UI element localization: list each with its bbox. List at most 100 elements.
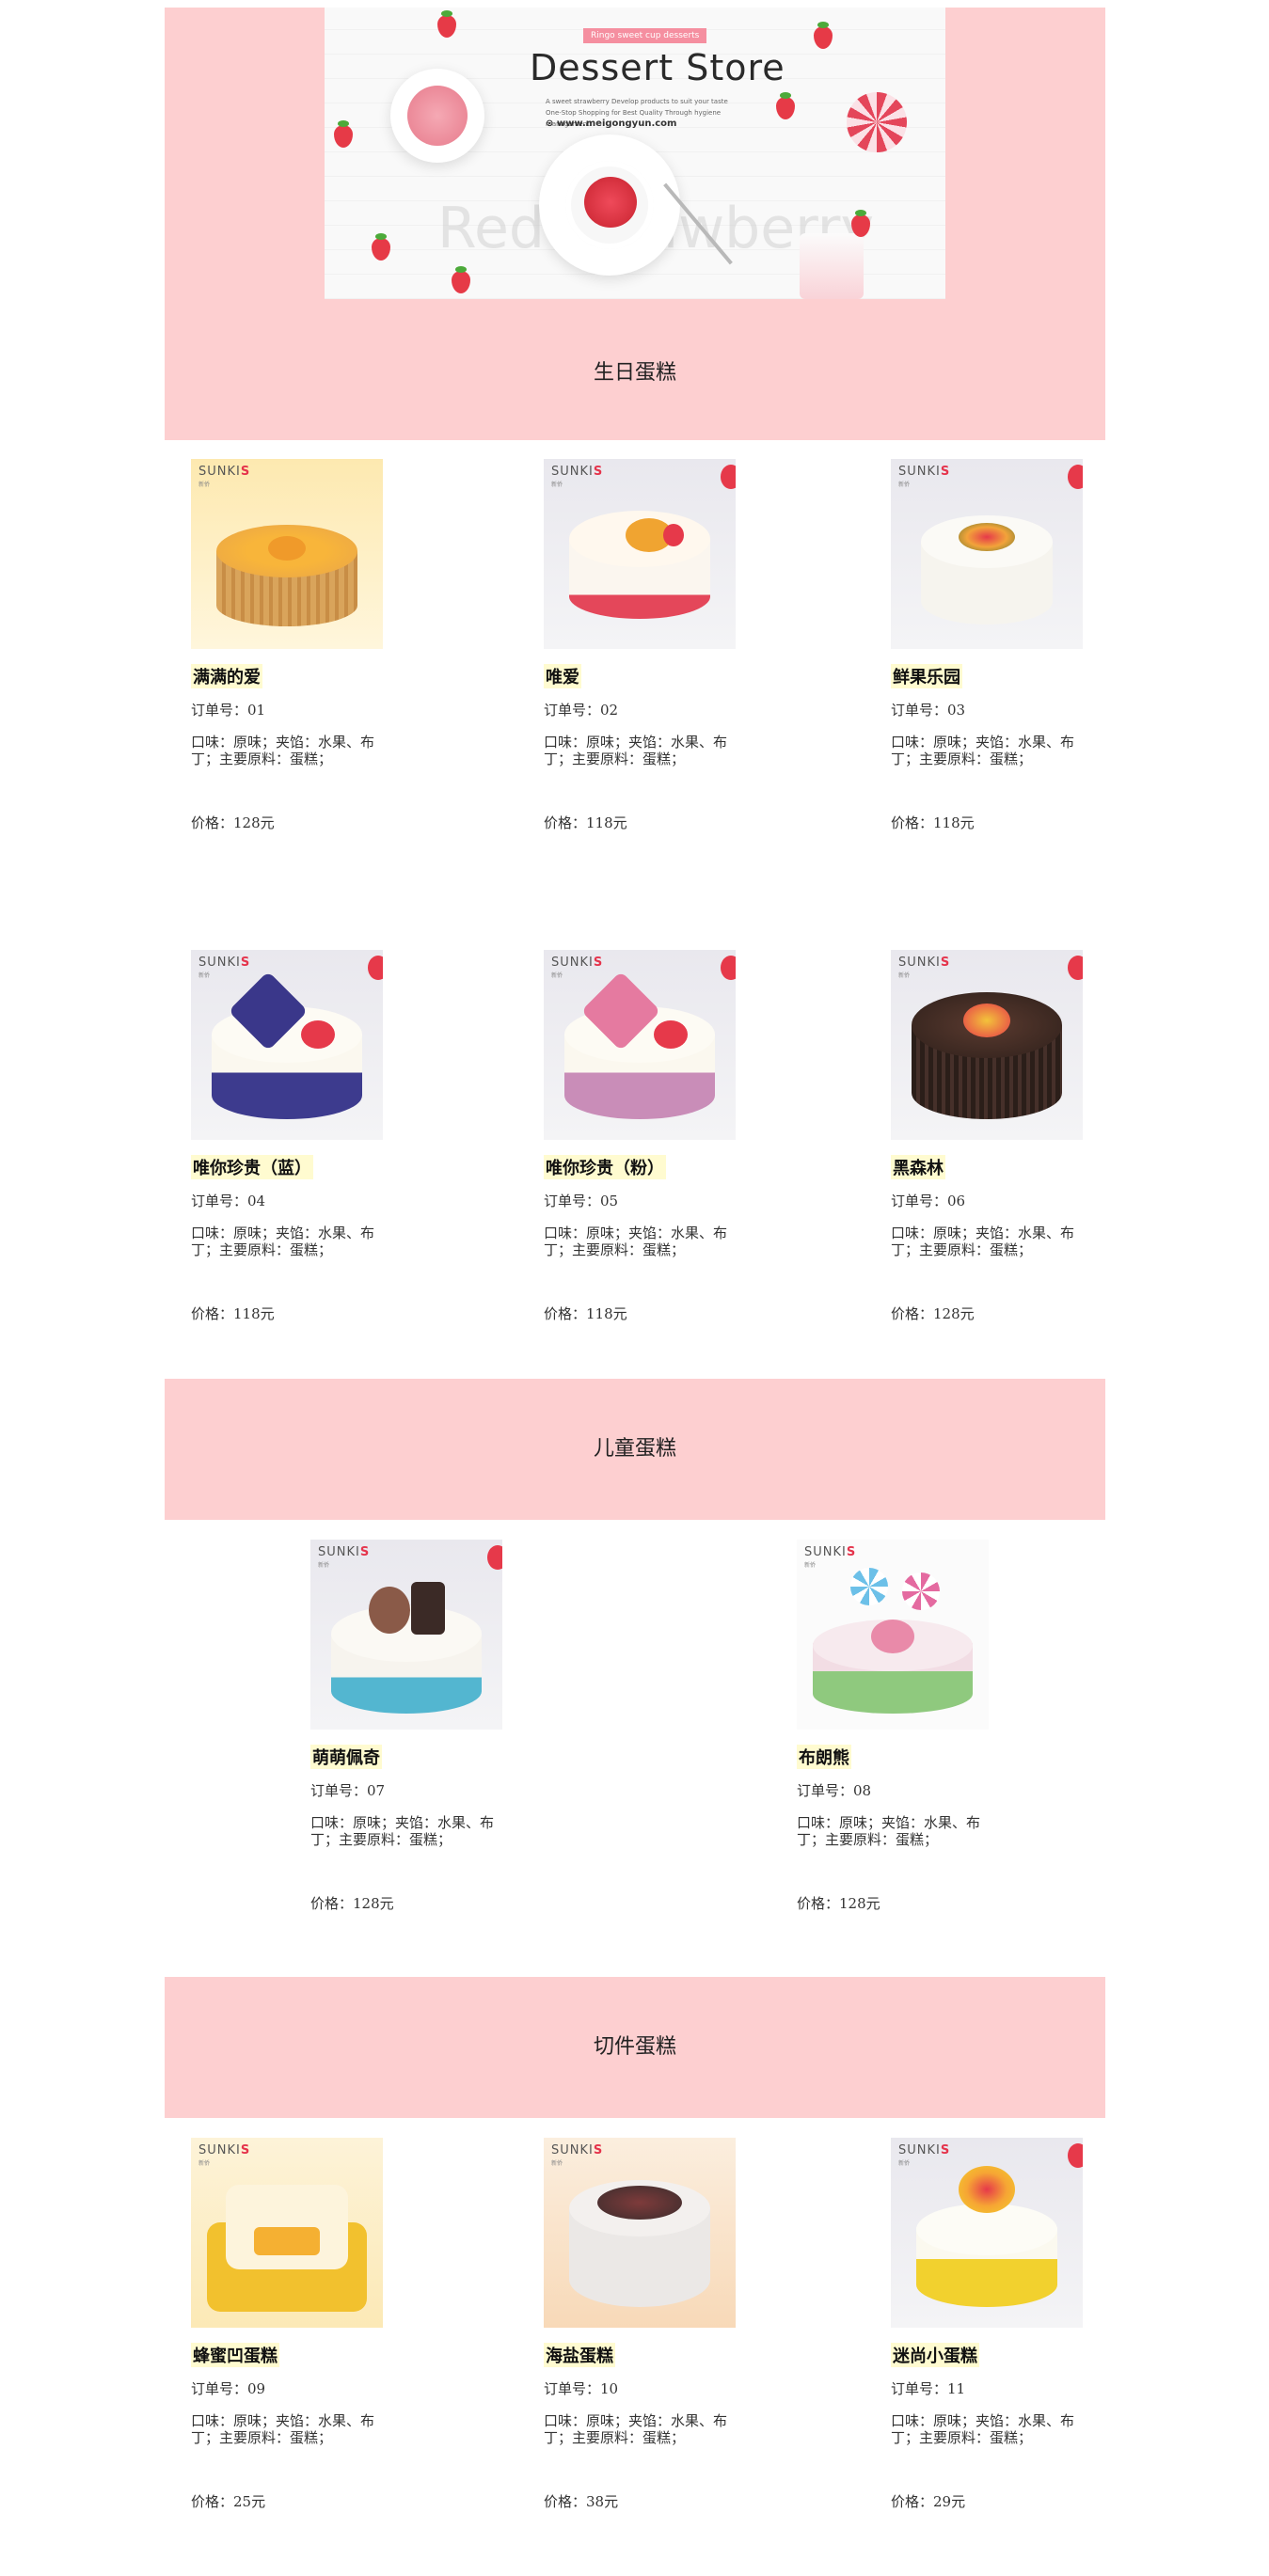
product-price: 价格：25元 <box>191 2493 266 2510</box>
hero-badge: Ringo sweet cup desserts <box>583 28 707 43</box>
product-name: 迷尚小蛋糕 <box>891 2343 979 2367</box>
product-description: 口味：原味；夹馅：水果、布丁；主要原料：蛋糕； <box>544 1225 728 1258</box>
sunkis-logo: SUNKIS 新侨 <box>198 2143 251 2167</box>
ice-cream-plate <box>390 69 484 163</box>
product-description: 口味：原味；夹馅：水果、布丁；主要原料：蛋糕； <box>191 1225 375 1258</box>
strawberry-icon <box>368 956 383 980</box>
product-image[interactable]: SUNKIS 新侨 <box>191 459 383 649</box>
product-name: 黑森林 <box>891 1155 945 1179</box>
hero-url-text: www.meigongyun.com <box>556 119 677 129</box>
product-price: 价格：38元 <box>544 2493 619 2510</box>
sunkis-logo: SUNKIS 新侨 <box>318 1545 371 1569</box>
order-number: 订单号：03 <box>891 702 966 719</box>
strawberry-icon <box>334 120 353 148</box>
product-price: 价格：29元 <box>891 2493 966 2510</box>
order-number: 订单号：10 <box>544 2380 619 2397</box>
product-name: 蜂蜜凹蛋糕 <box>191 2343 279 2367</box>
order-number: 订单号：02 <box>544 702 619 719</box>
product-name: 海盐蛋糕 <box>544 2343 615 2367</box>
product-name: 布朗熊 <box>797 1745 851 1769</box>
hero-url: ⊙ www.meigongyun.com <box>546 119 677 129</box>
product-description: 口味：原味；夹馅：水果、布丁；主要原料：蛋糕； <box>310 1814 495 1848</box>
strawberry-icon <box>372 233 390 261</box>
cake-icon <box>921 515 1053 628</box>
order-number: 订单号：08 <box>797 1782 872 1799</box>
order-number: 订单号：01 <box>191 702 266 719</box>
product-image[interactable]: SUNKIS 新侨 <box>544 459 736 649</box>
product-price: 价格：118元 <box>544 1305 627 1322</box>
strawberry-icon <box>487 1545 502 1570</box>
order-number: 订单号：11 <box>891 2380 966 2397</box>
product-price: 价格：128元 <box>191 814 275 831</box>
order-number: 订单号：09 <box>191 2380 266 2397</box>
sunkis-logo: SUNKIS 新侨 <box>551 956 604 979</box>
sunkis-logo: SUNKIS 新侨 <box>898 465 951 488</box>
strawberry-plate <box>539 134 680 276</box>
product-name: 唯你珍贵（粉） <box>544 1155 666 1179</box>
sunkis-logo: SUNKIS 新侨 <box>804 1545 857 1569</box>
product-description: 口味：原味；夹馅：水果、布丁；主要原料：蛋糕； <box>891 734 1075 767</box>
product-image[interactable]: SUNKIS 新侨 <box>891 459 1083 649</box>
order-number: 订单号：05 <box>544 1193 619 1209</box>
product-price: 价格：128元 <box>891 1305 975 1322</box>
product-name: 唯你珍贵（蓝） <box>191 1155 313 1179</box>
strawberry-icon <box>776 92 795 119</box>
sunkis-logo: SUNKIS 新侨 <box>198 956 251 979</box>
product-description: 口味：原味；夹馅：水果、布丁；主要原料：蛋糕； <box>544 734 728 767</box>
product-price: 价格：118元 <box>544 814 627 831</box>
product-description: 口味：原味；夹馅：水果、布丁；主要原料：蛋糕； <box>797 1814 981 1848</box>
strawberry-icon <box>814 22 833 49</box>
product-price: 价格：128元 <box>797 1895 880 1912</box>
hero-image: Ringo sweet cup desserts Dessert Store A… <box>325 8 945 299</box>
milk-glass-icon <box>800 233 864 299</box>
sunkis-logo: SUNKIS 新侨 <box>551 2143 604 2167</box>
product-image[interactable]: SUNKIS 新侨 <box>310 1540 502 1730</box>
order-number: 订单号：04 <box>191 1193 266 1209</box>
product-price: 价格：118元 <box>891 814 975 831</box>
strawberry-icon <box>721 956 736 980</box>
product-image[interactable]: SUNKIS 新侨 <box>891 950 1083 1140</box>
strawberry-icon <box>1068 2143 1083 2168</box>
product-description: 口味：原味；夹馅：水果、布丁；主要原料：蛋糕； <box>191 2412 375 2446</box>
strawberry-icon <box>437 10 456 38</box>
strawberry-icon <box>1068 956 1083 980</box>
product-price: 价格：128元 <box>310 1895 394 1912</box>
order-number: 订单号：06 <box>891 1193 966 1209</box>
product-image[interactable]: SUNKIS 新侨 <box>544 2138 736 2328</box>
section-band-slice: 切件蛋糕 <box>165 1977 1105 2118</box>
cake-icon <box>813 1568 973 1723</box>
cake-icon <box>212 971 362 1124</box>
product-image[interactable]: SUNKIS 新侨 <box>191 950 383 1140</box>
sunkis-logo: SUNKIS 新侨 <box>551 465 604 488</box>
section-band-kids: 儿童蛋糕 <box>165 1379 1105 1520</box>
section-title-kids: 儿童蛋糕 <box>593 1437 676 1461</box>
product-description: 口味：原味；夹馅：水果、布丁；主要原料：蛋糕； <box>891 2412 1075 2446</box>
cake-icon <box>916 2161 1057 2316</box>
strawberry-icon <box>452 266 470 293</box>
strawberry-icon <box>1068 465 1083 489</box>
cake-icon <box>216 525 357 633</box>
product-image[interactable]: SUNKIS 新侨 <box>191 2138 383 2328</box>
product-description: 口味：原味；夹馅：水果、布丁；主要原料：蛋糕； <box>891 1225 1075 1258</box>
honey-box-icon <box>207 2185 367 2316</box>
product-name: 唯爱 <box>544 664 581 688</box>
cake-icon <box>912 992 1062 1124</box>
product-price: 价格：118元 <box>191 1305 275 1322</box>
cake-icon <box>569 511 710 624</box>
order-number: 订单号：07 <box>310 1782 386 1799</box>
product-image[interactable]: SUNKIS 新侨 <box>797 1540 989 1730</box>
strawberry-icon <box>721 465 736 489</box>
section-title-birthday: 生日蛋糕 <box>593 361 676 385</box>
product-image[interactable]: SUNKIS 新侨 <box>544 950 736 1140</box>
product-description: 口味：原味；夹馅：水果、布丁；主要原料：蛋糕； <box>191 734 375 767</box>
product-description: 口味：原味；夹馅：水果、布丁；主要原料：蛋糕； <box>544 2412 728 2446</box>
product-image[interactable]: SUNKIS 新侨 <box>891 2138 1083 2328</box>
section-title-slice: 切件蛋糕 <box>593 2035 676 2059</box>
sunkis-logo: SUNKIS 新侨 <box>898 956 951 979</box>
cake-icon <box>569 2180 710 2312</box>
sunkis-logo: SUNKIS 新侨 <box>198 465 251 488</box>
product-name: 满满的爱 <box>191 664 262 688</box>
header-banner: Ringo sweet cup desserts Dessert Store A… <box>165 8 1105 440</box>
lollipop-icon <box>847 92 907 152</box>
cake-icon <box>564 971 715 1124</box>
